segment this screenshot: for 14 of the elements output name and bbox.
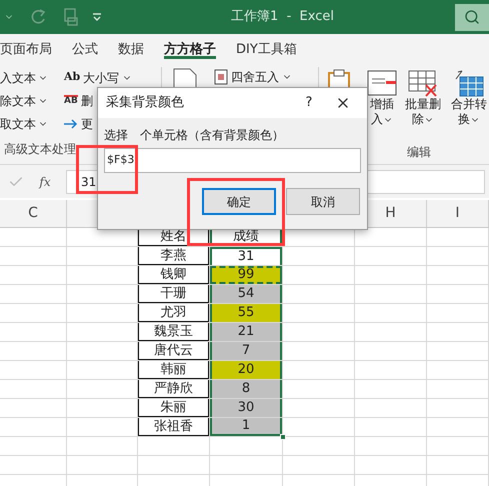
button-label: 换 bbox=[458, 112, 480, 127]
delete-icon-text: AB bbox=[64, 95, 78, 106]
button-label: 增插 bbox=[370, 97, 394, 112]
prompt-label: 个单元格（含有背景颜色） bbox=[140, 127, 284, 144]
button-label: 入 bbox=[371, 112, 393, 127]
dialog-title: 采集背景颜色 bbox=[106, 94, 185, 112]
group-label: 编辑 bbox=[406, 144, 432, 161]
group-label: 高级文本处理 bbox=[4, 142, 76, 156]
window-title: 工作簿1 - Excel bbox=[231, 8, 334, 26]
case-icon-text: Ab bbox=[64, 69, 80, 86]
prompt-label: 选择 bbox=[104, 127, 128, 144]
button-label: 批量删 bbox=[405, 97, 441, 112]
button-label: 合并转 bbox=[451, 97, 487, 112]
button-label: 除 bbox=[412, 112, 434, 127]
